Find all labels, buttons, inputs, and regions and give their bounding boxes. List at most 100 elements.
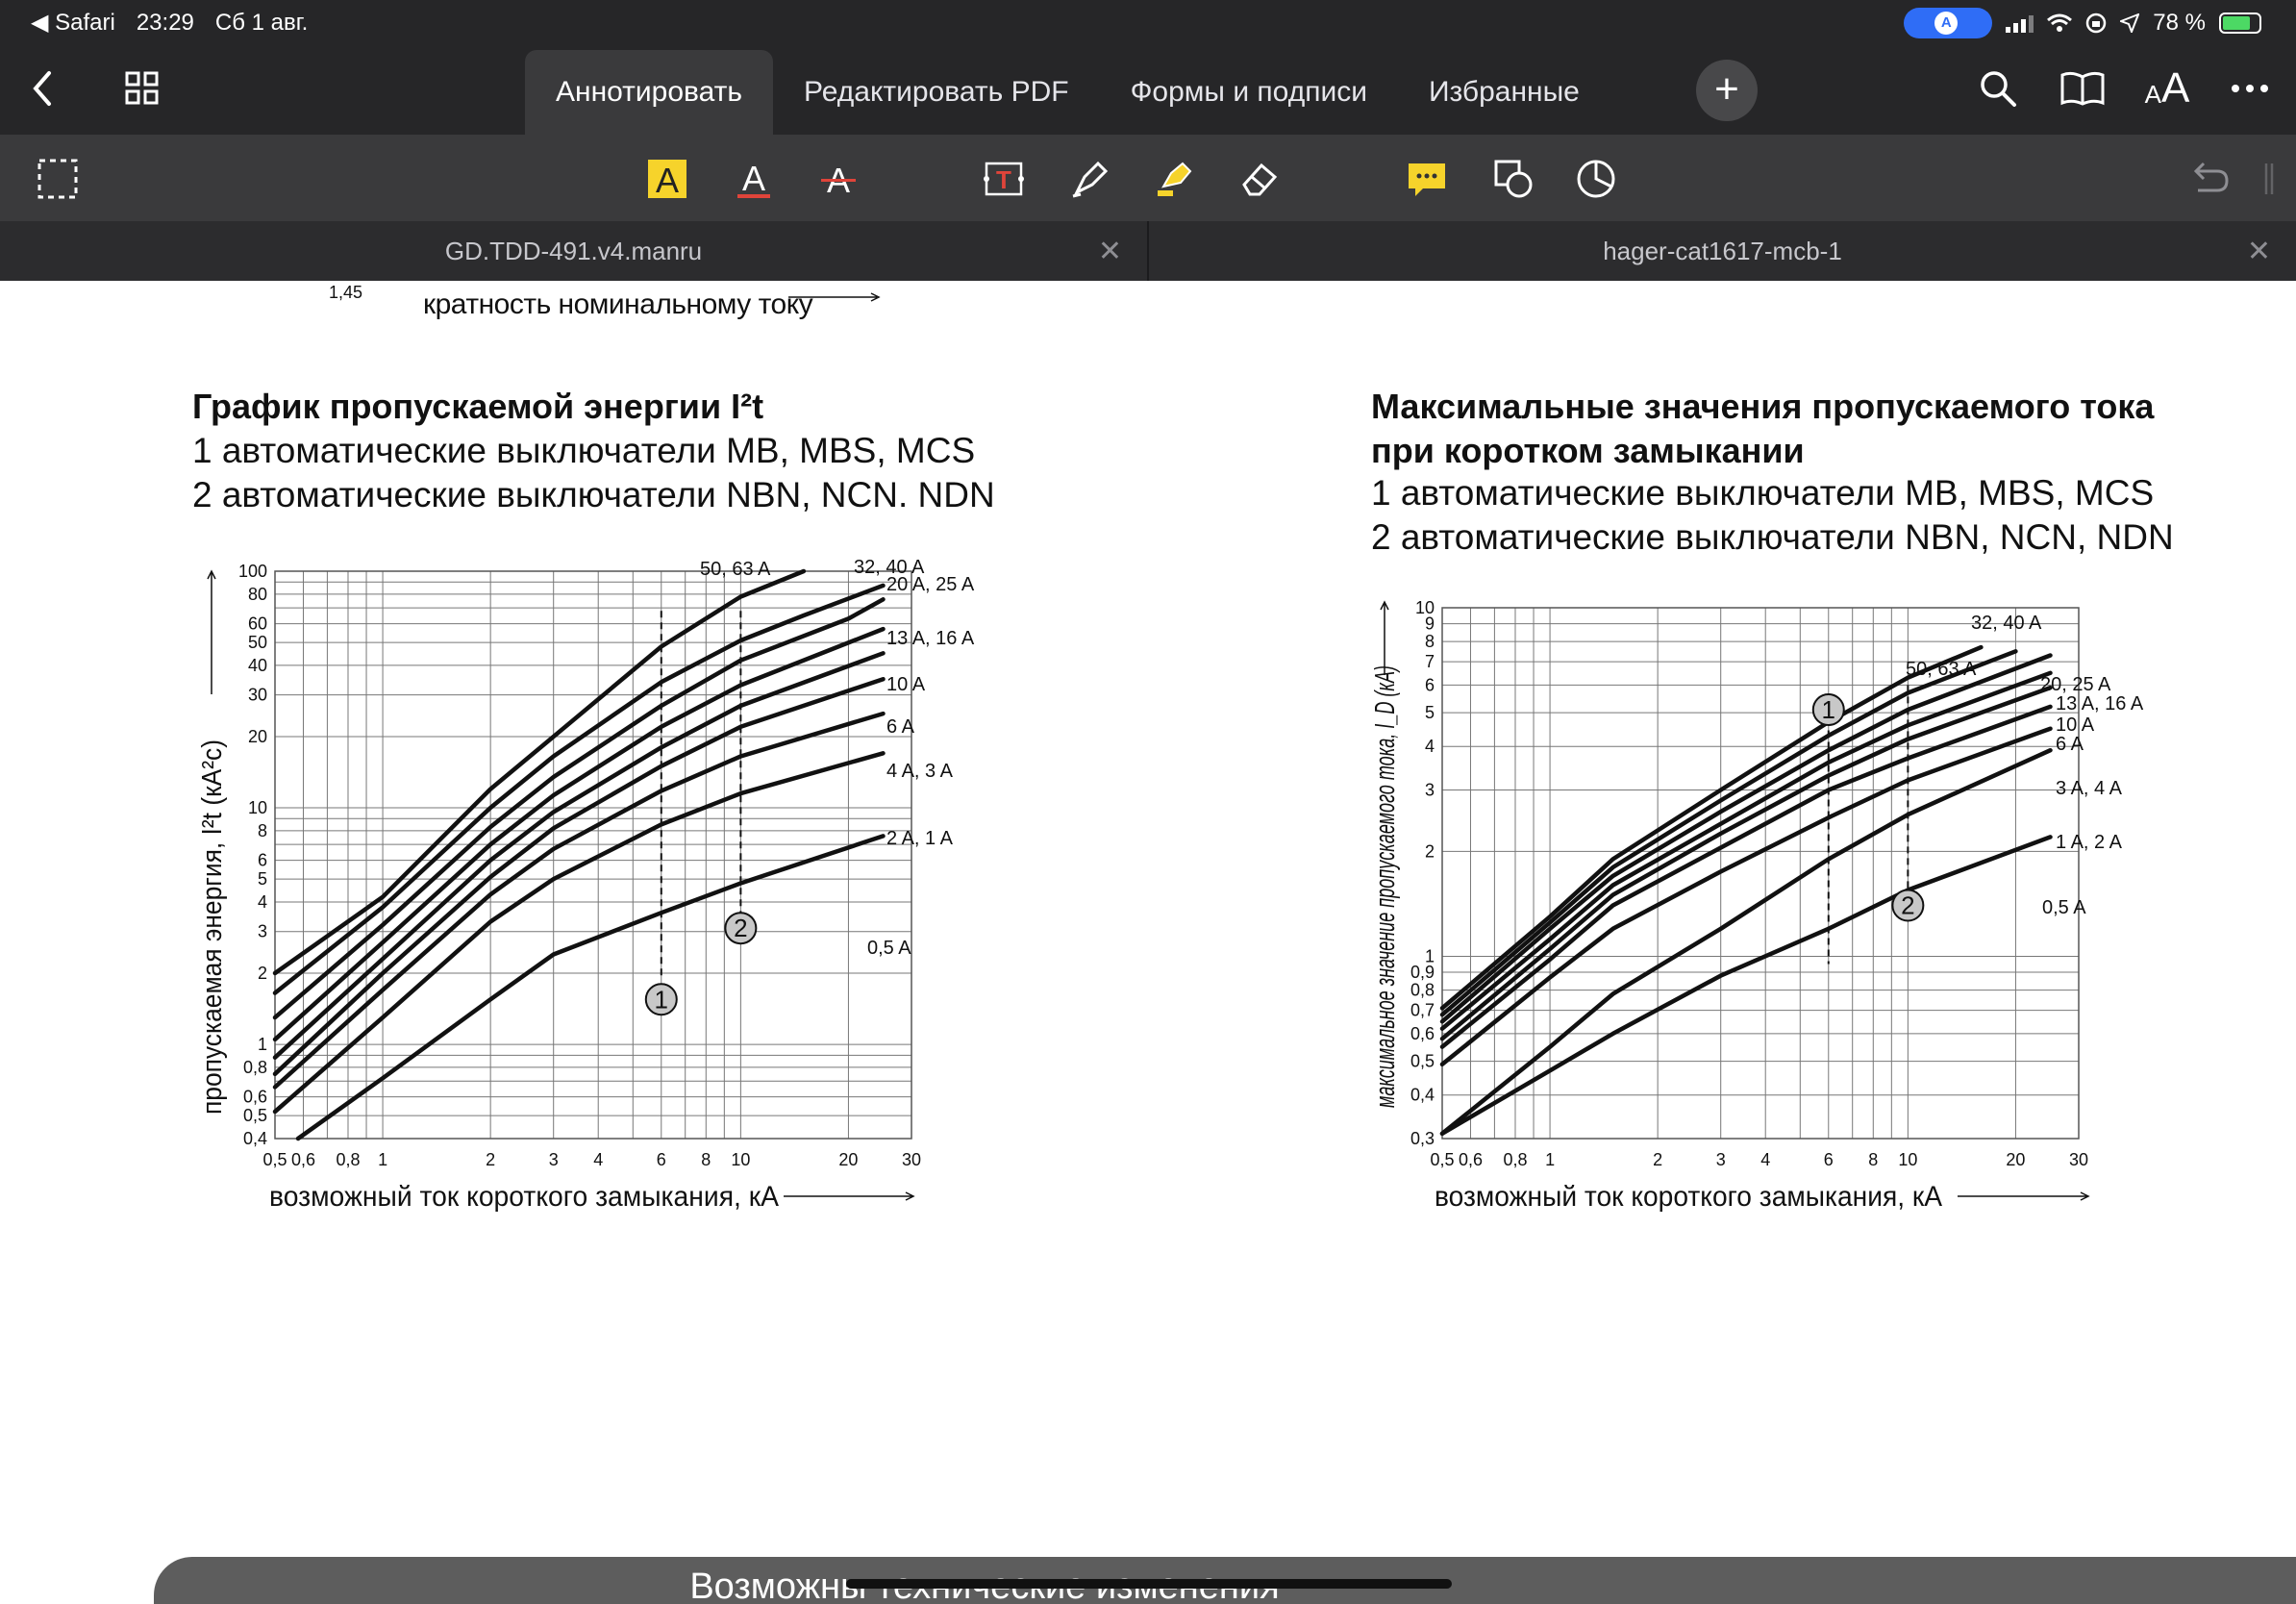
y-tick-label: 6 (258, 851, 267, 870)
series-label: 32, 40 A (1971, 613, 2042, 634)
y-tick-label: 8 (1425, 632, 1435, 651)
x-tick-label: 4 (593, 1150, 603, 1169)
thumbnails-grid-icon[interactable] (117, 63, 167, 113)
x-tick-label: 0,8 (336, 1150, 360, 1169)
measure-icon[interactable] (1571, 154, 1621, 204)
more-icon[interactable] (2225, 63, 2275, 113)
highlighter-icon[interactable] (1150, 154, 1200, 204)
y-tick-label: 4 (1425, 737, 1435, 756)
y-tick-label: 30 (248, 686, 267, 705)
shapes-icon[interactable] (1488, 154, 1538, 204)
x-tick-label: 1 (378, 1150, 387, 1169)
y-tick-label: 0,5 (243, 1106, 267, 1125)
y-tick-label: 0,6 (243, 1088, 267, 1107)
x-tick-label: 0,5 (262, 1150, 287, 1169)
y-tick-label: 2 (258, 964, 267, 983)
back-to-app-link[interactable]: ◀ Safari (31, 9, 115, 37)
y-tick-label: 20 (248, 727, 267, 746)
status-time: 23:29 (136, 9, 194, 36)
series-label: 20, 25 A (2040, 674, 2111, 695)
underline-text-icon[interactable]: A (729, 154, 779, 204)
x-tick-label: 30 (902, 1150, 921, 1169)
y-tick-label: 8 (258, 821, 267, 840)
y-tick-label: 1 (258, 1035, 267, 1054)
home-indicator[interactable] (846, 1579, 1452, 1589)
y-tick-label: 40 (248, 656, 267, 675)
y-tick-label: 0,7 (1410, 1001, 1435, 1020)
series-label: 4 A, 3 A (886, 761, 954, 782)
y-tick-label: 4 (258, 892, 267, 912)
right-chart-title: Максимальные значения пропускаемого тока (1371, 387, 2155, 426)
left-chart-title: График пропускаемой энергии I²t (192, 387, 764, 426)
comment-icon[interactable] (1402, 154, 1452, 204)
document-tab-title: hager-cat1617-mcb-1 (1603, 236, 1842, 265)
y-tick-label: 7 (1425, 652, 1435, 671)
y-tick-label: 0,4 (243, 1129, 267, 1148)
x-tick-label: 2 (486, 1150, 495, 1169)
x-tick-label: 3 (549, 1150, 559, 1169)
undo-icon[interactable] (2184, 154, 2234, 204)
y-tick-label: 10 (1415, 598, 1435, 617)
document-tab[interactable]: hager-cat1617-mcb-1 ✕ (1147, 221, 2296, 281)
curve-marker: 2 (724, 912, 758, 945)
right-chart-title-line-2: при коротком замыкании (1371, 431, 1805, 470)
marker-label: 2 (1901, 891, 1914, 920)
lock-rotation-icon (2086, 13, 2107, 34)
x-tick-label: 6 (657, 1150, 666, 1169)
toolbar-handle-icon[interactable] (2244, 154, 2294, 204)
y-tick-label: 3 (1425, 781, 1435, 800)
axis-tick: 1,45 (329, 283, 363, 302)
series-label: 13 A, 16 A (2056, 693, 2144, 714)
eraser-icon[interactable] (1235, 154, 1285, 204)
series-label: 2 A, 1 A (886, 828, 954, 849)
battery-icon (2219, 13, 2261, 34)
x-tick-label: 0,6 (1459, 1150, 1483, 1169)
text-size-button[interactable]: AA (2142, 63, 2192, 113)
x-axis-arrow (784, 1191, 915, 1201)
svg-text:A: A (742, 159, 765, 198)
x-tick-label: 0,5 (1430, 1150, 1454, 1169)
close-icon[interactable]: ✕ (1098, 235, 1122, 268)
pen-icon[interactable] (1065, 154, 1115, 204)
x-tick-label: 10 (731, 1150, 750, 1169)
y-tick-label: 50 (248, 633, 267, 652)
x-tick-label: 8 (1868, 1150, 1878, 1169)
y-tick-label: 0,4 (1410, 1086, 1435, 1105)
y-tick-label: 6 (1425, 675, 1435, 694)
x-axis-arrow (1958, 1191, 2090, 1201)
tab-favorites[interactable]: Избранные (1398, 50, 1610, 135)
annotation-toolbar: A A A T (0, 135, 2296, 221)
close-icon[interactable]: ✕ (2247, 235, 2271, 268)
y-tick-label: 0,5 (1410, 1052, 1435, 1071)
x-tick-label: 10 (1898, 1150, 1917, 1169)
tab-forms-signatures[interactable]: Формы и подписи (1100, 50, 1398, 135)
search-icon[interactable] (1973, 63, 2023, 113)
highlight-text-icon[interactable]: A (642, 154, 692, 204)
selection-rect-icon[interactable] (33, 154, 83, 204)
right-legend-line-1: 1 автоматические выключатели MB, MBS, MC… (1371, 473, 2155, 513)
tab-annotate[interactable]: Аннотировать (525, 50, 774, 135)
back-chevron-icon[interactable] (17, 63, 67, 113)
book-icon[interactable] (2058, 63, 2108, 113)
marker-label: 2 (734, 914, 747, 942)
y-tick-label: 80 (248, 585, 267, 604)
series-label: 6 A (886, 716, 915, 738)
add-tool-button[interactable]: + (1696, 60, 1758, 121)
y-tick-label: 100 (238, 562, 267, 581)
cellular-icon (2006, 13, 2034, 33)
document-tab[interactable]: GD.TDD-491.v4.manru ✕ (0, 221, 1147, 281)
y-tick-label: 0,8 (243, 1058, 267, 1077)
strikethrough-text-icon[interactable]: A (813, 154, 863, 204)
y-tick-label: 0,3 (1410, 1129, 1435, 1148)
tab-edit-pdf[interactable]: Редактировать PDF (773, 50, 1100, 135)
navigation-icon: A (1934, 12, 1959, 35)
marker-label: 1 (655, 985, 668, 1014)
text-box-icon[interactable]: T (979, 154, 1029, 204)
y-tick-label: 3 (258, 922, 267, 941)
series-label: 13 A, 16 A (886, 628, 975, 649)
y-tick-label: 5 (258, 869, 267, 889)
location-arrow-icon (2120, 13, 2140, 33)
x-tick-label: 30 (2069, 1150, 2088, 1169)
y-tick-label: 0,8 (1410, 981, 1435, 1000)
right-chart: 0,5 0,6 0,8 1 2 3 4 6 8 10 20 300,30,40,50,60,70,80… (1370, 598, 2144, 1213)
